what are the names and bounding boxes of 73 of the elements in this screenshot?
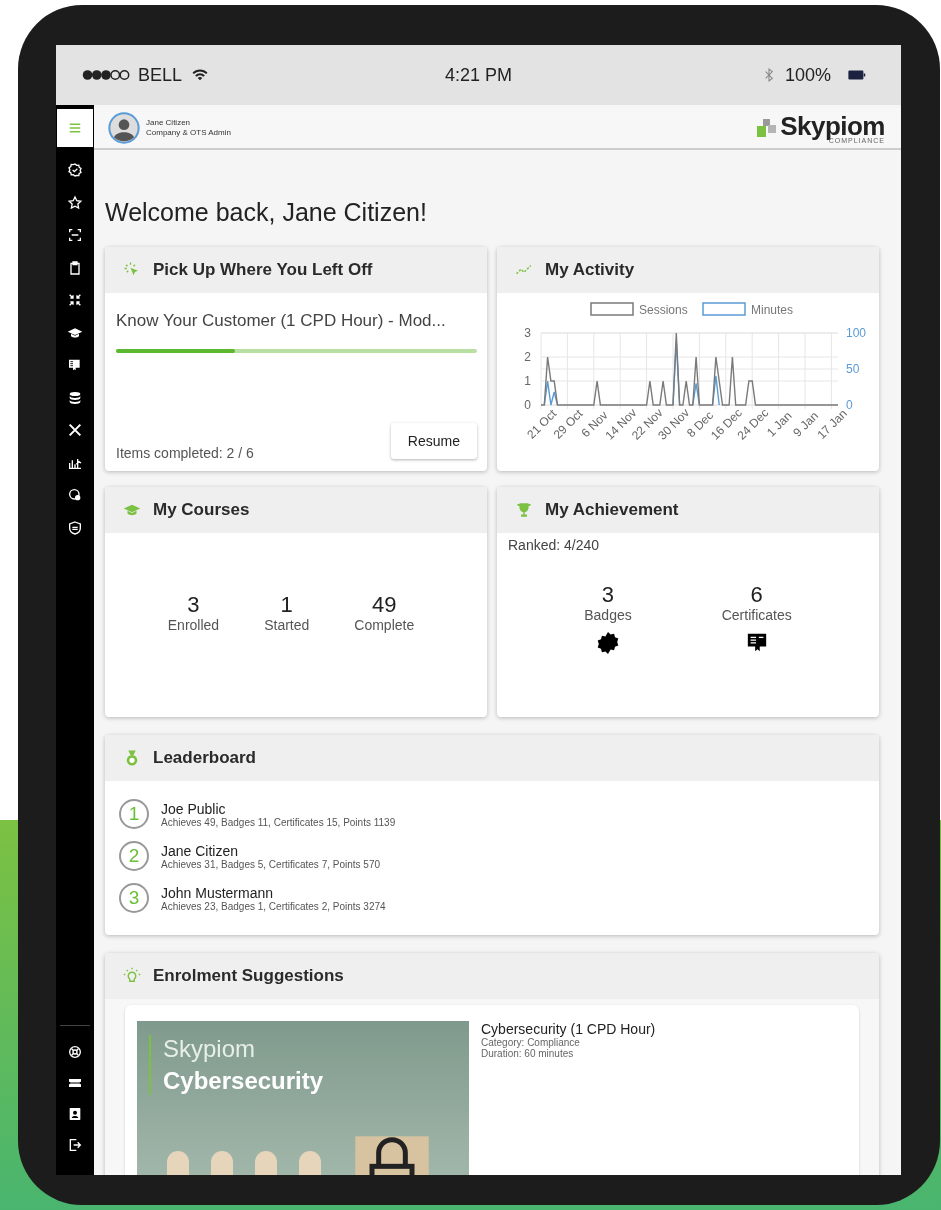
compress-icon[interactable] [67,292,83,308]
course-duration: Duration: 60 minutes [481,1048,574,1059]
check-badge-icon[interactable] [67,162,83,178]
card-title: My Achievement [545,500,679,520]
axis-tick-label: 3 [524,326,531,340]
life-ring-icon[interactable] [67,1044,83,1060]
axis-tick-label: 100 [846,326,867,340]
menu-button[interactable] [56,108,94,148]
card-title: Leaderboard [153,748,256,768]
card-title: Enrolment Suggestions [153,966,344,986]
trophy-icon [515,501,533,519]
badge-icon [595,631,620,655]
suggestion-card[interactable]: Skypiom Cybersecurity Cybersecurity (1 CPD Hour) Category: Compliance Duration: 60 minutes [125,1005,859,1175]
logo-name: Skypiom [780,112,885,139]
tools-icon[interactable] [67,422,83,438]
logout-icon[interactable] [67,1137,83,1153]
items-completed: Items completed: 2 / 6 [116,445,254,461]
stat-label: Certificates [721,607,792,623]
carrier-name: BELL [138,64,183,86]
rank-circle: 3 [119,883,149,913]
axis-tick-label: 0 [524,398,531,412]
legend-swatch[interactable] [590,302,634,316]
rank-text: Ranked: 4/240 [507,536,601,555]
card-title: My Courses [153,500,250,520]
user-name: Jane Citizen [146,118,192,128]
battery-percent: 100% [784,64,831,86]
stat-label: Complete [354,617,415,633]
axis-tick-label: 0 [846,398,853,412]
star-icon[interactable] [67,194,83,211]
contact-card-icon[interactable] [67,1106,83,1122]
welcome-heading: Welcome back, Jane Citizen! [105,198,428,227]
leader-details: Achieves 31, Badges 5, Certificates 7, Points 570 [161,858,380,870]
banner-title: Cybersecurity [163,1067,325,1095]
scan-icon[interactable] [67,227,83,243]
user-role: Company & OTS Admin [146,128,231,138]
stat-value: 6 [750,583,763,607]
course-name: Cybersecurity (1 CPD Hour) [481,1021,656,1037]
rank-circle: 1 [119,799,149,829]
stat-value: 3 [187,593,200,617]
card-title: Pick Up Where You Left Off [153,260,373,280]
course-category: Category: Compliance [481,1037,581,1048]
leader-details: Achieves 23, Badges 1, Certificates 2, Points 3274 [161,900,386,912]
certificate-icon [745,631,768,653]
leader-name: John Mustermann [161,884,275,901]
stat-value: 49 [372,593,397,617]
logo-icon [754,116,779,140]
avatar-icon[interactable] [108,112,140,144]
certificate-icon[interactable] [67,357,83,373]
course-title: Know Your Customer (1 CPD Hour) - Mod... [116,311,447,331]
stat-value: 3 [601,583,615,607]
legend-label: Minutes [751,303,794,317]
stat-label: Badges [584,607,632,623]
clipboard-icon[interactable] [67,259,83,276]
leader-details: Achieves 49, Badges 11, Certificates 15, Points 1139 [161,816,396,828]
leader-name: Joe Public [161,800,227,817]
clock-time: 4:21 PM [444,64,512,86]
card-title: My Activity [545,260,635,280]
rank-circle: 2 [119,841,149,871]
axis-tick-label: 2 [524,350,531,364]
signal-icon [82,69,130,81]
banner-brand: Skypiom [163,1035,257,1063]
axis-tick-label: 50 [846,362,860,376]
axis-tick-label: 1 [524,374,531,388]
stat-label: Enrolled [167,617,220,633]
leader-name: Jane Citizen [161,842,240,859]
database-icon[interactable] [67,389,83,406]
shield-icon[interactable] [67,519,83,536]
lightbulb-icon [123,967,141,985]
legend-swatch[interactable] [702,302,746,316]
legend-label: Sessions [639,303,688,317]
stat-label: Started [264,617,310,633]
stat-value: 1 [280,593,293,617]
resume-button[interactable]: Resume [390,423,477,459]
